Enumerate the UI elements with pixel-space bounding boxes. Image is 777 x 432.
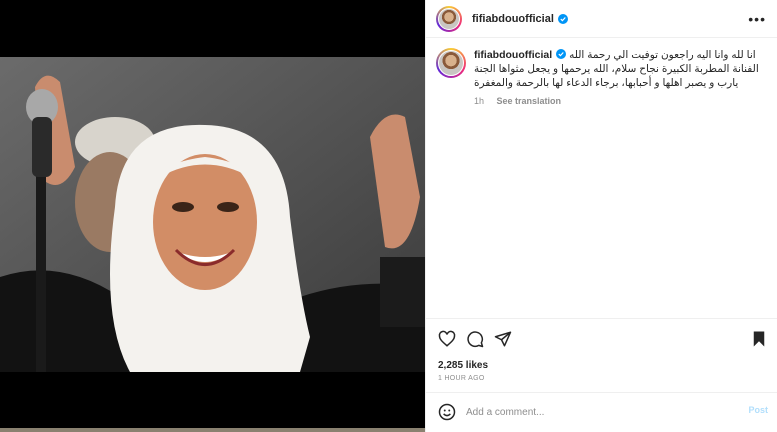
caption-verified-icon: [556, 49, 567, 59]
smiley-icon[interactable]: [438, 403, 456, 421]
heart-icon[interactable]: [438, 330, 456, 348]
caption-text-block: fifiabdouofficial انا لله وانا اليه راجع…: [474, 48, 771, 90]
paper-plane-icon[interactable]: [494, 330, 512, 348]
comment-icon[interactable]: [466, 330, 484, 348]
divider: [426, 392, 777, 393]
post-detail-panel: fifiabdouofficial ••• fifiabdouofficial …: [425, 0, 777, 432]
post-timestamp: 1 HOUR AGO: [438, 375, 485, 382]
post-comment-button[interactable]: Post: [748, 405, 768, 415]
caption-avatar-image: [438, 50, 464, 76]
media-bottom-strip: [0, 428, 425, 432]
post-username[interactable]: fifiabdouofficial: [472, 13, 554, 25]
caption-username[interactable]: fifiabdouofficial: [474, 49, 552, 61]
post-header: fifiabdouofficial •••: [426, 0, 777, 38]
post-media: [0, 0, 425, 432]
comment-composer: Post: [438, 402, 768, 422]
caption-meta: 1h See translation: [474, 96, 771, 106]
avatar[interactable]: [436, 5, 462, 32]
caption-section: fifiabdouofficial انا لله وانا اليه راجع…: [436, 48, 771, 106]
caption-avatar[interactable]: [436, 48, 466, 78]
caption-time: 1h: [474, 96, 485, 106]
caption-body: fifiabdouofficial انا لله وانا اليه راجع…: [474, 48, 771, 106]
caption-row: fifiabdouofficial انا لله وانا اليه راجع…: [436, 48, 771, 106]
comment-input[interactable]: [466, 406, 736, 418]
post-photo: [0, 57, 425, 372]
avatar-image: [438, 7, 460, 30]
divider: [426, 318, 777, 319]
verified-badge-icon: [557, 13, 568, 24]
more-options-button[interactable]: •••: [748, 11, 766, 27]
see-translation-link[interactable]: See translation: [497, 96, 562, 106]
likes-count[interactable]: 2,285 likes: [438, 360, 488, 371]
bookmark-icon[interactable]: [750, 330, 768, 348]
action-bar: [438, 330, 768, 350]
